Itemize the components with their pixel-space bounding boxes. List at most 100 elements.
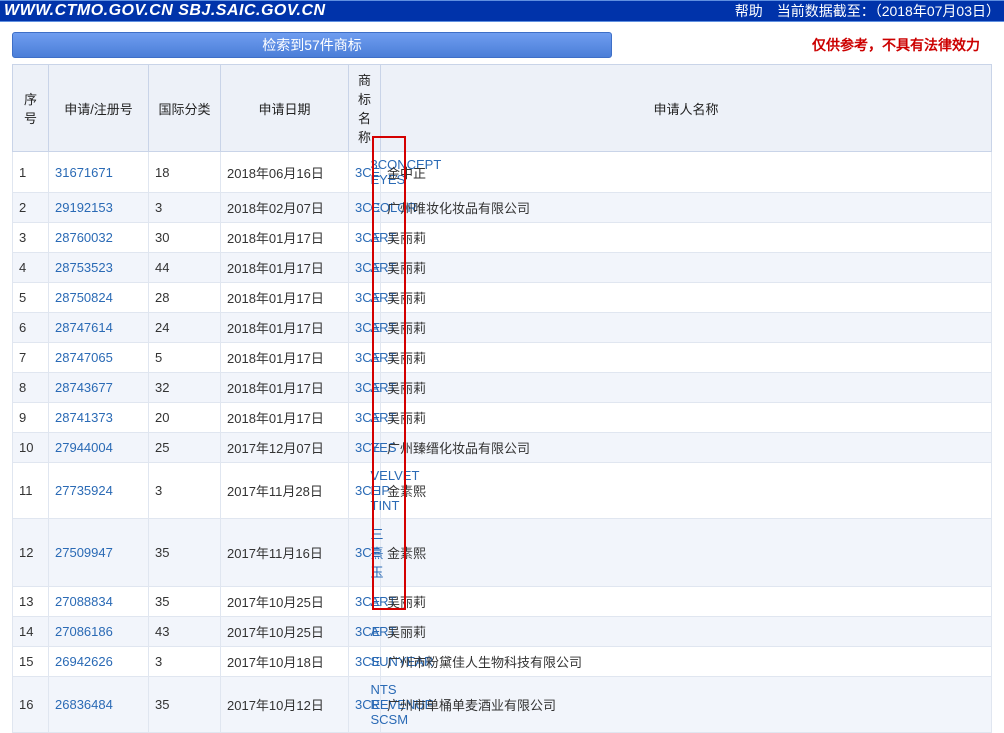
cell-applicant: 吴丽莉 [381, 223, 992, 253]
cell-class: 20 [149, 403, 221, 433]
table-row: 112773592432017年11月28日3CEVELVET LIP TINT… [13, 463, 992, 519]
cell-class: 28 [149, 283, 221, 313]
app-no-link[interactable]: 28750824 [49, 283, 149, 313]
cell-date: 2018年01月17日 [221, 223, 349, 253]
cell-applicant: 吴丽莉 [381, 343, 992, 373]
cell-date: 2018年02月07日 [221, 193, 349, 223]
mark-prefix-link[interactable]: 3CE [349, 253, 365, 283]
cell-seq: 2 [13, 193, 49, 223]
col-mark-name: 商标名称 [349, 65, 381, 152]
app-no-link[interactable]: 27944004 [49, 433, 149, 463]
table-row: 828743677322018年01月17日3CEART吴丽莉 [13, 373, 992, 403]
table-row: 152694262632017年10月18日3CESUNYEAR广州市粉黛佳人生… [13, 647, 992, 677]
cell-applicant: 吴丽莉 [381, 313, 992, 343]
cell-seq: 4 [13, 253, 49, 283]
app-no-link[interactable]: 28747065 [49, 343, 149, 373]
cell-applicant: 广州唯妆化妆品有限公司 [381, 193, 992, 223]
mark-prefix-link[interactable]: 3CE [349, 587, 365, 617]
col-intl-class: 国际分类 [149, 65, 221, 152]
table-row: 928741373202018年01月17日3CEART吴丽莉 [13, 403, 992, 433]
cell-seq: 11 [13, 463, 49, 519]
table-row: 1427086186432017年10月25日3CEART吴丽莉 [13, 617, 992, 647]
cell-class: 44 [149, 253, 221, 283]
cell-seq: 5 [13, 283, 49, 313]
col-app-no: 申请/注册号 [49, 65, 149, 152]
cell-class: 24 [149, 313, 221, 343]
cell-class: 25 [149, 433, 221, 463]
toolbar: 检索到57件商标 仅供参考，不具有法律效力 [0, 22, 1004, 64]
site-url-label: WWW.CTMO.GOV.CN SBJ.SAIC.GOV.CN [4, 2, 735, 20]
mark-prefix-link[interactable]: 3CE [349, 647, 365, 677]
mark-prefix-link[interactable]: 3CE [349, 463, 365, 519]
col-app-date: 申请日期 [221, 65, 349, 152]
col-applicant: 申请人名称 [381, 65, 992, 152]
search-result-button[interactable]: 检索到57件商标 [12, 32, 612, 58]
app-no-link[interactable]: 27088834 [49, 587, 149, 617]
table-row: 528750824282018年01月17日3CEART吴丽莉 [13, 283, 992, 313]
app-no-link[interactable]: 27509947 [49, 519, 149, 587]
cell-seq: 8 [13, 373, 49, 403]
cell-class: 30 [149, 223, 221, 253]
app-no-link[interactable]: 28753523 [49, 253, 149, 283]
cell-date: 2018年06月16日 [221, 152, 349, 193]
cell-class: 18 [149, 152, 221, 193]
cell-applicant: 吴丽莉 [381, 253, 992, 283]
mark-prefix-link[interactable]: 3CE [349, 677, 365, 733]
mark-prefix-link[interactable]: 3CE [349, 223, 365, 253]
table-row: 131671671182018年06月16日3CE3CONCEPT EYES金中… [13, 152, 992, 193]
app-no-link[interactable]: 27086186 [49, 617, 149, 647]
table-row: 1027944004252017年12月07日3CEYES广州臻缙化妆品有限公司 [13, 433, 992, 463]
cell-date: 2017年10月12日 [221, 677, 349, 733]
app-no-link[interactable]: 27735924 [49, 463, 149, 519]
cell-date: 2017年10月18日 [221, 647, 349, 677]
table-row: 328760032302018年01月17日3CEART吴丽莉 [13, 223, 992, 253]
table-row: 22919215332018年02月07日3CECOLOR广州唯妆化妆品有限公司 [13, 193, 992, 223]
mark-prefix-link[interactable]: 3CE [349, 519, 365, 587]
cell-seq: 9 [13, 403, 49, 433]
cell-applicant: 广州臻缙化妆品有限公司 [381, 433, 992, 463]
cell-class: 32 [149, 373, 221, 403]
app-no-link[interactable]: 28760032 [49, 223, 149, 253]
app-no-link[interactable]: 31671671 [49, 152, 149, 193]
mark-prefix-link[interactable]: 3CE [349, 433, 365, 463]
mark-prefix-link[interactable]: 3CE [349, 313, 365, 343]
cell-date: 2018年01月17日 [221, 373, 349, 403]
mark-prefix-link[interactable]: 3CE [349, 373, 365, 403]
cell-class: 3 [149, 193, 221, 223]
cell-applicant: 吴丽莉 [381, 403, 992, 433]
cell-applicant: 广州市单桶单麦酒业有限公司 [381, 677, 992, 733]
table-row: 1626836484352017年10月12日3CENTS REVENUE SC… [13, 677, 992, 733]
help-link[interactable]: 帮助 [735, 1, 763, 21]
cell-date: 2017年12月07日 [221, 433, 349, 463]
app-no-link[interactable]: 26942626 [49, 647, 149, 677]
data-until-label: 当前数据截至： [777, 3, 875, 19]
app-no-link[interactable]: 29192153 [49, 193, 149, 223]
cell-seq: 16 [13, 677, 49, 733]
cell-seq: 6 [13, 313, 49, 343]
app-no-link[interactable]: 28743677 [49, 373, 149, 403]
table-row: 628747614242018年01月17日3CEART吴丽莉 [13, 313, 992, 343]
top-header: WWW.CTMO.GOV.CN SBJ.SAIC.GOV.CN 帮助 当前数据截… [0, 0, 1004, 22]
mark-prefix-link[interactable]: 3CE [349, 617, 365, 647]
data-until-value: （2018年07月03日） [875, 3, 1000, 19]
cell-applicant: 广州市粉黛佳人生物科技有限公司 [381, 647, 992, 677]
mark-prefix-link[interactable]: 3CE [349, 343, 365, 373]
mark-prefix-link[interactable]: 3CE [349, 152, 365, 193]
table-header-row: 序号 申请/注册号 国际分类 申请日期 商标名称 申请人名称 [13, 65, 992, 152]
mark-prefix-link[interactable]: 3CE [349, 403, 365, 433]
table-row: 1227509947352017年11月16日3CE三熹玉金素熙 [13, 519, 992, 587]
app-no-link[interactable]: 28747614 [49, 313, 149, 343]
cell-class: 5 [149, 343, 221, 373]
cell-seq: 3 [13, 223, 49, 253]
results-table: 序号 申请/注册号 国际分类 申请日期 商标名称 申请人名称 131671671… [12, 64, 992, 733]
cell-date: 2017年11月16日 [221, 519, 349, 587]
cell-date: 2017年11月28日 [221, 463, 349, 519]
cell-class: 35 [149, 587, 221, 617]
app-no-link[interactable]: 26836484 [49, 677, 149, 733]
app-no-link[interactable]: 28741373 [49, 403, 149, 433]
cell-seq: 10 [13, 433, 49, 463]
mark-prefix-link[interactable]: 3CE [349, 283, 365, 313]
cell-applicant: 金中正 [381, 152, 992, 193]
cell-applicant: 金素熙 [381, 463, 992, 519]
mark-prefix-link[interactable]: 3CE [349, 193, 365, 223]
